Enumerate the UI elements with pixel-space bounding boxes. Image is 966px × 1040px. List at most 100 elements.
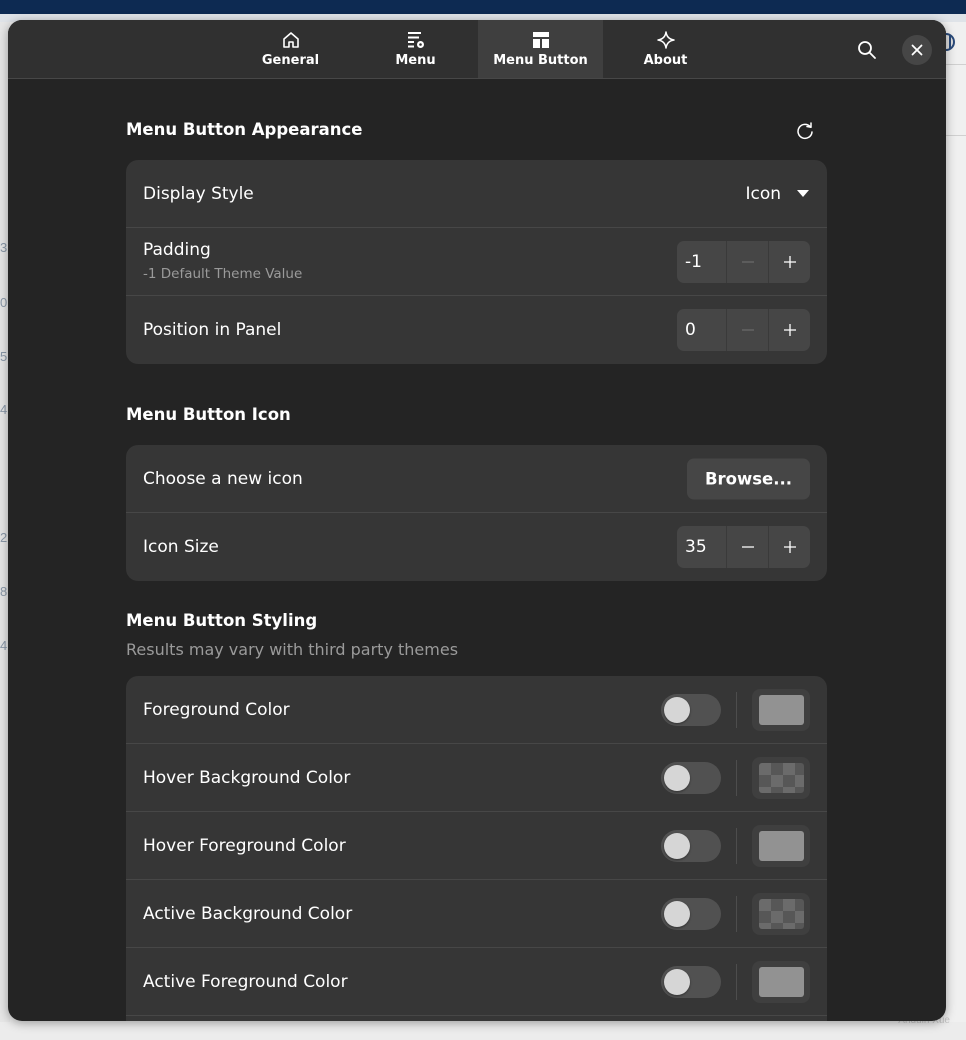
close-icon	[911, 44, 923, 56]
tab-label: Menu	[395, 53, 436, 68]
tab-about[interactable]: About	[603, 20, 728, 78]
separator	[736, 895, 737, 932]
tab-menu[interactable]: Menu	[353, 20, 478, 78]
padding-subtitle: -1 Default Theme Value	[143, 266, 303, 282]
position-increment-button[interactable]	[768, 309, 810, 351]
icon-size-input[interactable]: 35	[677, 526, 727, 568]
search-icon[interactable]	[856, 39, 878, 61]
switch-knob	[664, 832, 690, 859]
minus-icon	[741, 260, 754, 263]
padding-label: Padding	[143, 240, 211, 260]
chevron-down-icon	[797, 190, 809, 197]
layout-icon	[532, 32, 549, 48]
position-input[interactable]: 0	[677, 309, 727, 351]
hover-foreground-color-switch[interactable]	[661, 829, 721, 862]
background-axis-tick: 0	[0, 295, 8, 310]
foreground-color-button[interactable]	[752, 688, 810, 731]
group-title-icon: Menu Button Icon	[126, 405, 291, 424]
icon-size-decrement-button[interactable]	[727, 526, 768, 568]
background-axis-tick: 8	[0, 584, 8, 599]
active-foreground-color-row: Active Foreground Color	[126, 948, 827, 1016]
background-axis-tick: 5	[0, 349, 8, 364]
hover-background-color-button[interactable]	[752, 756, 810, 799]
background-axis-tick: 4	[0, 638, 8, 653]
position-decrement-button[interactable]	[727, 309, 768, 351]
tab-label: About	[643, 53, 688, 68]
home-icon	[282, 32, 299, 48]
switch-knob	[664, 968, 690, 995]
browse-button[interactable]: Browse...	[687, 458, 810, 499]
padding-spinbutton: -1	[677, 240, 810, 283]
display-style-dropdown[interactable]: Icon	[745, 184, 809, 204]
position-spinbutton: 0	[677, 309, 810, 351]
transparent-swatch	[758, 762, 804, 793]
hover-background-color-switch[interactable]	[661, 761, 721, 794]
hover-background-color-row: Hover Background Color	[126, 744, 827, 812]
styling-card: Foreground Color Hover Background Color …	[126, 676, 827, 1021]
plus-icon	[783, 541, 796, 553]
active-foreground-color-button[interactable]	[752, 960, 810, 1003]
icon-size-increment-button[interactable]	[768, 526, 810, 568]
active-background-color-button[interactable]	[752, 892, 810, 935]
background-axis-tick: 2	[0, 530, 8, 545]
separator	[736, 691, 737, 728]
plus-icon	[783, 324, 796, 336]
group-title-appearance: Menu Button Appearance	[126, 120, 363, 139]
color-swatch	[758, 830, 804, 861]
display-style-label: Display Style	[143, 183, 254, 204]
minus-icon	[741, 546, 754, 548]
icon-size-spinbutton: 35	[677, 526, 810, 568]
separator	[736, 963, 737, 1000]
close-button[interactable]	[902, 35, 932, 65]
icon-size-row: Icon Size 35	[126, 513, 827, 581]
group-title-styling: Menu Button Styling	[126, 611, 318, 630]
switch-knob	[664, 696, 690, 723]
sparkle-icon	[656, 31, 675, 49]
foreground-color-switch[interactable]	[661, 693, 721, 726]
position-row: Position in Panel 0	[126, 296, 827, 364]
display-style-value: Icon	[745, 183, 781, 204]
transparent-swatch	[758, 898, 804, 929]
hover-foreground-color-row: Hover Foreground Color	[126, 812, 827, 880]
background-axis-tick: 4	[0, 402, 8, 417]
color-swatch	[758, 694, 804, 725]
refresh-icon[interactable]	[794, 120, 816, 142]
choose-icon-row: Choose a new icon Browse...	[126, 445, 827, 513]
position-label: Position in Panel	[143, 320, 282, 340]
minus-icon	[741, 329, 754, 331]
padding-increment-button[interactable]	[768, 240, 810, 283]
tab-label: Menu Button	[493, 53, 588, 68]
preferences-dialog: General Menu Menu Button About Menu Butt…	[8, 20, 946, 1021]
active-background-color-row: Active Background Color	[126, 880, 827, 948]
color-row-label: Active Background Color	[143, 903, 353, 924]
separator	[736, 827, 737, 864]
padding-input[interactable]: -1	[677, 240, 727, 283]
hover-foreground-color-button[interactable]	[752, 824, 810, 867]
active-foreground-color-switch[interactable]	[661, 965, 721, 998]
header-bar: General Menu Menu Button About	[8, 20, 946, 79]
icon-card: Choose a new icon Browse... Icon Size 35	[126, 445, 827, 581]
group-description-styling: Results may vary with third party themes	[126, 640, 459, 659]
padding-decrement-button[interactable]	[727, 241, 768, 283]
appearance-card: Display Style Icon Padding -1 Default Th…	[126, 160, 827, 364]
foreground-color-row: Foreground Color	[126, 676, 827, 744]
background-app-topbar	[0, 0, 966, 14]
icon-size-label: Icon Size	[143, 537, 219, 557]
display-style-row[interactable]: Display Style Icon	[126, 160, 827, 228]
color-row-label: Foreground Color	[143, 699, 290, 720]
tab-menu-button[interactable]: Menu Button	[478, 20, 603, 78]
view-switcher: General Menu Menu Button About	[228, 20, 728, 78]
tab-label: General	[261, 53, 320, 68]
color-row-label: Active Foreground Color	[143, 971, 348, 992]
padding-row: Padding -1 Default Theme Value -1	[126, 228, 827, 296]
switch-knob	[664, 900, 690, 927]
choose-icon-label: Choose a new icon	[143, 468, 303, 489]
menu-settings-icon	[407, 32, 424, 48]
color-row-label: Hover Foreground Color	[143, 835, 346, 856]
color-swatch	[758, 966, 804, 997]
separator	[736, 759, 737, 796]
active-background-color-switch[interactable]	[661, 897, 721, 930]
plus-icon	[783, 255, 796, 268]
tab-general[interactable]: General	[228, 20, 353, 78]
background-axis-tick: 3	[0, 240, 8, 255]
